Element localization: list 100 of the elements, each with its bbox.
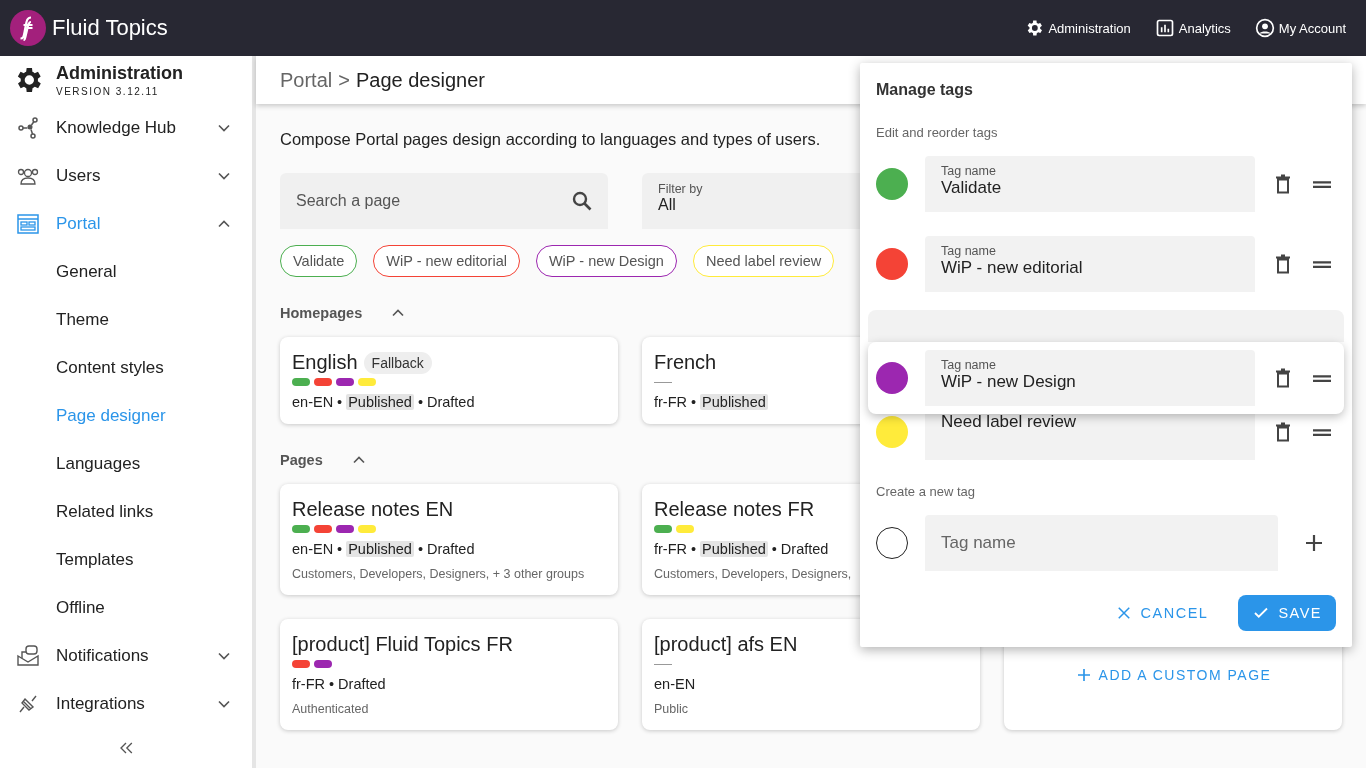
color-swatch[interactable] <box>876 168 908 200</box>
user-groups: Customers, Developers, Designers, + 3 other groups <box>292 567 606 581</box>
nav-subitem[interactable]: Content styles <box>0 344 252 392</box>
dialog-title: Manage tags <box>876 81 974 99</box>
user-groups: Authenticated <box>292 702 606 716</box>
card-title: French <box>654 351 717 374</box>
card-title: [product] afs EN <box>654 633 798 656</box>
drag-handle-icon <box>1313 260 1331 268</box>
status-highlight: Published <box>700 541 768 557</box>
status-highlight: Published <box>346 394 414 410</box>
fallback-badge: Fallback <box>363 351 432 374</box>
meta-separator: • <box>771 541 777 557</box>
nav-subitem[interactable]: Templates <box>0 536 252 584</box>
meta-text: fr-FR <box>654 394 687 410</box>
envelope-icon <box>16 644 40 668</box>
nav-subitem[interactable]: Theme <box>0 296 252 344</box>
meta-text: Drafted <box>426 541 475 557</box>
nav-label: Notifications <box>56 646 150 666</box>
color-swatch[interactable] <box>876 416 908 448</box>
tag-name-field[interactable]: Tag name WiP - new editorial <box>925 236 1255 292</box>
nav-subitem[interactable]: General <box>0 248 252 296</box>
meta-separator: • <box>329 676 335 692</box>
nav-item[interactable]: Knowledge Hub <box>0 104 252 152</box>
card-title: Release notes FR <box>654 498 815 521</box>
meta-separator: • <box>417 394 423 410</box>
search-icon <box>570 189 594 213</box>
nav-label: Integrations <box>56 694 146 714</box>
trash-icon <box>1275 254 1291 274</box>
top-link[interactable]: Analytics <box>1154 18 1231 38</box>
nav-subitem[interactable]: Offline <box>0 584 252 632</box>
section-label: Create a new tag <box>876 484 976 499</box>
color-swatch[interactable] <box>876 362 908 394</box>
top-link[interactable]: Administration <box>1024 18 1131 38</box>
version-label: VERSION 3.12.11 <box>56 86 160 97</box>
user-groups: Customers, Developers, Designers, <box>654 567 854 581</box>
meta-text: en-EN <box>292 394 334 410</box>
color-swatch[interactable] <box>876 527 908 559</box>
sidebar-title: Administration <box>56 63 183 84</box>
page-card[interactable]: [product] Fluid Topics FR fr-FR • Drafted Authenticated <box>280 619 618 730</box>
breadcrumb-separator: > <box>338 68 350 92</box>
trash-icon <box>1275 422 1291 442</box>
meta-separator: • <box>691 541 697 557</box>
nav-item[interactable]: Notifications <box>0 632 252 680</box>
search-field[interactable]: Search a page <box>280 173 608 229</box>
meta-text: Drafted <box>426 394 475 410</box>
meta-separator: • <box>337 541 343 557</box>
meta-text: Drafted <box>338 676 386 692</box>
page-card[interactable]: [product] afs EN en-EN Public <box>642 619 980 730</box>
card-title: English <box>292 351 358 374</box>
card-title: Release notes EN <box>292 498 454 521</box>
breadcrumb-link[interactable]: Portal <box>280 68 333 92</box>
drag-handle-icon <box>1313 180 1331 188</box>
drag-handle-icon <box>1313 428 1331 436</box>
app-logo-text: Fluid Topics <box>52 15 168 41</box>
field-label: Tag name <box>941 244 997 258</box>
page-title: Page designer <box>355 68 485 92</box>
nodes-icon <box>16 116 40 140</box>
page-card[interactable]: English Fallback en-EN • Published • Drafted <box>280 337 618 424</box>
layout-icon <box>16 212 40 236</box>
tag-chip[interactable]: WiP - new editorial <box>373 245 520 277</box>
page-card[interactable]: Release notes EN en-EN • Published • Drafted Customers, Developers, Designers, + 3 other groups <box>280 484 618 595</box>
no-tags-dash <box>654 663 672 665</box>
meta-text: fr-FR <box>654 541 687 557</box>
meta-separator: • <box>337 394 343 410</box>
user-groups: Public <box>654 702 854 716</box>
meta-separator: • <box>417 541 423 557</box>
nav-label: Portal <box>56 214 102 234</box>
color-swatch[interactable] <box>876 248 908 280</box>
meta-text: en-EN <box>292 541 334 557</box>
status-highlight: Published <box>346 541 414 557</box>
top-link[interactable]: My Account <box>1254 18 1346 38</box>
dragged-tag-row[interactable]: Tag name WiP - new Design <box>868 342 1344 414</box>
tag-name-field[interactable]: Tag name WiP - new Design <box>925 350 1255 406</box>
meta-text: fr-FR <box>292 676 325 692</box>
nav-subitem[interactable]: Languages <box>0 440 252 488</box>
meta-separator: • <box>691 394 697 410</box>
trash-icon <box>1275 174 1291 194</box>
account-icon <box>1254 18 1275 38</box>
status-highlight: Published <box>700 394 768 410</box>
card-title: [product] Fluid Topics FR <box>292 633 513 656</box>
tag-name-field[interactable]: Tag name Validate <box>925 156 1255 212</box>
nav-label: Knowledge Hub <box>56 118 178 138</box>
meta-text: Drafted <box>780 541 829 557</box>
nav-item[interactable]: Users <box>0 152 252 200</box>
trash-icon <box>1275 368 1291 388</box>
section-title: Pages <box>280 452 323 468</box>
page-description: Compose Portal pages design according to languages and types of users. <box>280 130 821 149</box>
section-label: Edit and reorder tags <box>876 125 999 140</box>
section-title: Homepages <box>280 305 363 321</box>
nav-item[interactable]: Integrations <box>0 680 252 728</box>
tag-chip[interactable]: Validate <box>280 245 358 277</box>
logo-icon <box>10 10 46 46</box>
drag-handle-icon <box>1313 374 1331 382</box>
tag-chip[interactable]: WiP - new Design <box>535 245 677 277</box>
meta-text: en-EN <box>654 676 696 692</box>
field-value: WiP - new editorial <box>941 258 1084 278</box>
new-tag-field[interactable]: Tag name <box>925 515 1278 571</box>
tag-chip[interactable]: Need label review <box>692 245 835 277</box>
nav-subitem[interactable]: Related links <box>0 488 252 536</box>
nav-label: Users <box>56 166 102 186</box>
